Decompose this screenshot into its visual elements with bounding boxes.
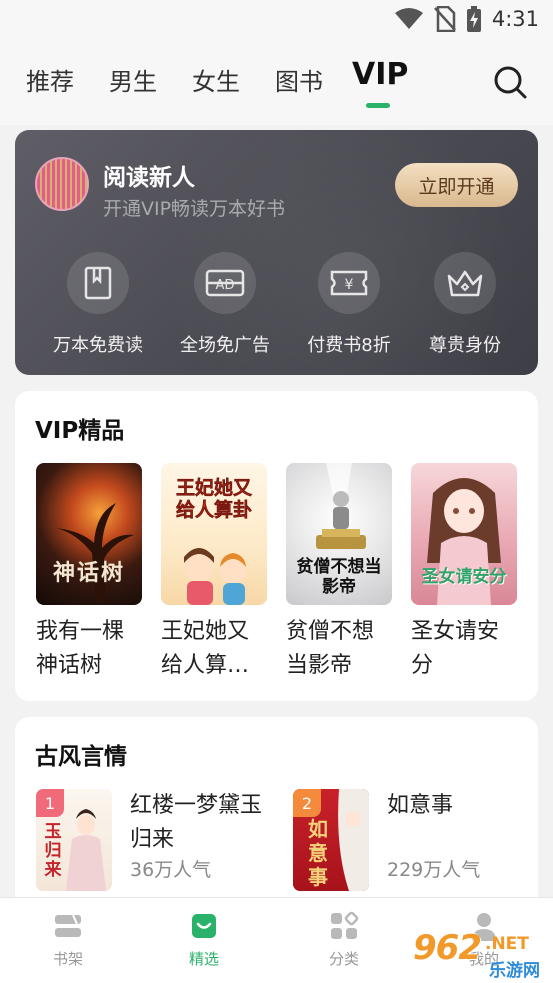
nav-bookshelf[interactable]: 书架	[28, 910, 108, 969]
cover-title: 圣女请安分	[421, 567, 507, 587]
vip-membership-card: 阅读新人 开通VIP畅读万本好书 立即开通 万本免费读 AD 全场免广告 ¥ 付…	[15, 130, 538, 375]
book-popularity: 36万人气	[130, 859, 212, 881]
user-name: 阅读新人	[103, 165, 195, 191]
tab-books[interactable]: 图书	[275, 62, 323, 97]
perk-no-ads[interactable]: AD 全场免广告	[170, 252, 280, 357]
book-title: 我有一棵神话树	[36, 619, 125, 678]
open-vip-button[interactable]: 立即开通	[395, 163, 518, 207]
perk-free-read[interactable]: 万本免费读	[43, 252, 153, 357]
section-title: 古风言情	[35, 744, 127, 770]
ancient-romance-section: 古风言情 玉归来 1 红楼一梦黛玉归来 36万人气 如意事 2 如意事 229万…	[15, 717, 538, 917]
nav-label: 精选	[188, 950, 219, 968]
no-sim-icon	[433, 6, 456, 32]
perk-label: 付费书8折	[307, 335, 391, 356]
ranked-book-item[interactable]: 玉归来 1 红楼一梦黛玉归来 36万人气	[36, 789, 276, 891]
watermark-net: .NET	[485, 934, 529, 954]
book-cover: 玉归来 1	[36, 789, 112, 891]
perk-identity[interactable]: 尊贵身份	[410, 252, 520, 357]
section-title: VIP精品	[35, 418, 125, 444]
book-title: 红楼一梦黛玉归来	[130, 793, 263, 852]
perk-label: 尊贵身份	[429, 335, 501, 356]
ranked-book-item[interactable]: 如意事 2 如意事 229万人气	[293, 789, 533, 891]
book-item[interactable]: 神话树 我有一棵神话树	[36, 463, 142, 683]
nav-category[interactable]: 分类	[304, 910, 384, 969]
book-title: 贫僧不想当影帝	[286, 619, 375, 678]
book-cover: 王妃她又给人算卦	[161, 463, 267, 605]
avatar[interactable]	[35, 157, 89, 211]
book-cover: 圣女请安分	[411, 463, 517, 605]
book-title: 王妃她又给人算…	[161, 619, 250, 678]
cover-title: 王妃她又给人算卦	[175, 477, 253, 522]
status-time: 4:31	[491, 7, 539, 31]
ad-icon: AD	[205, 269, 245, 297]
cover-title: 玉归来	[44, 822, 62, 880]
rank-badge: 1	[36, 789, 64, 817]
nav-label: 分类	[328, 950, 359, 968]
book-item[interactable]: 圣女请安分 圣女请安分	[411, 463, 517, 683]
nav-featured[interactable]: 精选	[164, 910, 244, 969]
category-icon	[331, 911, 359, 939]
bookshelf-icon	[55, 914, 81, 937]
cover-title: 如意事	[308, 817, 328, 889]
vip-picks-section: VIP精品 神话树 我有一棵神话树 王妃她又给人算卦 王妃她又给人算… 贫僧不想…	[15, 391, 538, 701]
svg-text:¥: ¥	[345, 277, 354, 293]
status-icons: 4:31	[394, 6, 539, 32]
rank-badge: 2	[293, 789, 321, 817]
tab-male[interactable]: 男生	[109, 62, 157, 97]
book-cover: 贫僧不想当影帝	[286, 463, 392, 605]
active-tab-indicator	[366, 103, 390, 108]
book-title: 如意事	[387, 793, 454, 818]
perk-label: 万本免费读	[53, 335, 143, 356]
watermark-logo: 962 .NET 乐游网	[413, 928, 548, 981]
book-item[interactable]: 贫僧不想当影帝 贫僧不想当影帝	[286, 463, 392, 683]
wifi-icon	[394, 8, 423, 29]
nav-label: 书架	[52, 950, 83, 968]
book-title: 圣女请安分	[411, 619, 500, 678]
book-icon	[84, 266, 112, 300]
battery-charging-icon	[466, 6, 481, 32]
book-popularity: 229万人气	[387, 859, 481, 881]
coupon-icon: ¥	[330, 270, 368, 296]
book-cover: 如意事 2	[293, 789, 369, 891]
svg-text:AD: AD	[216, 278, 235, 293]
cover-title: 贫僧不想当影帝	[296, 557, 382, 597]
perk-discount[interactable]: ¥ 付费书8折	[294, 252, 404, 357]
cover-title: 神话树	[52, 561, 125, 586]
tab-vip[interactable]: VIP	[352, 57, 408, 92]
watermark-main: 962	[413, 928, 482, 968]
crown-icon	[447, 270, 483, 297]
tab-recommend[interactable]: 推荐	[26, 62, 74, 97]
book-cover: 神话树	[36, 463, 142, 605]
top-nav: 推荐 男生 女生 图书 VIP	[0, 40, 553, 125]
user-subtitle: 开通VIP畅读万本好书	[103, 198, 286, 220]
watermark-sub: 乐游网	[489, 961, 540, 981]
tab-female[interactable]: 女生	[192, 62, 240, 97]
featured-icon	[192, 914, 216, 938]
status-bar: 4:31	[0, 0, 553, 40]
book-item[interactable]: 王妃她又给人算卦 王妃她又给人算…	[161, 463, 267, 683]
perk-label: 全场免广告	[180, 335, 270, 356]
search-icon[interactable]	[492, 64, 528, 100]
